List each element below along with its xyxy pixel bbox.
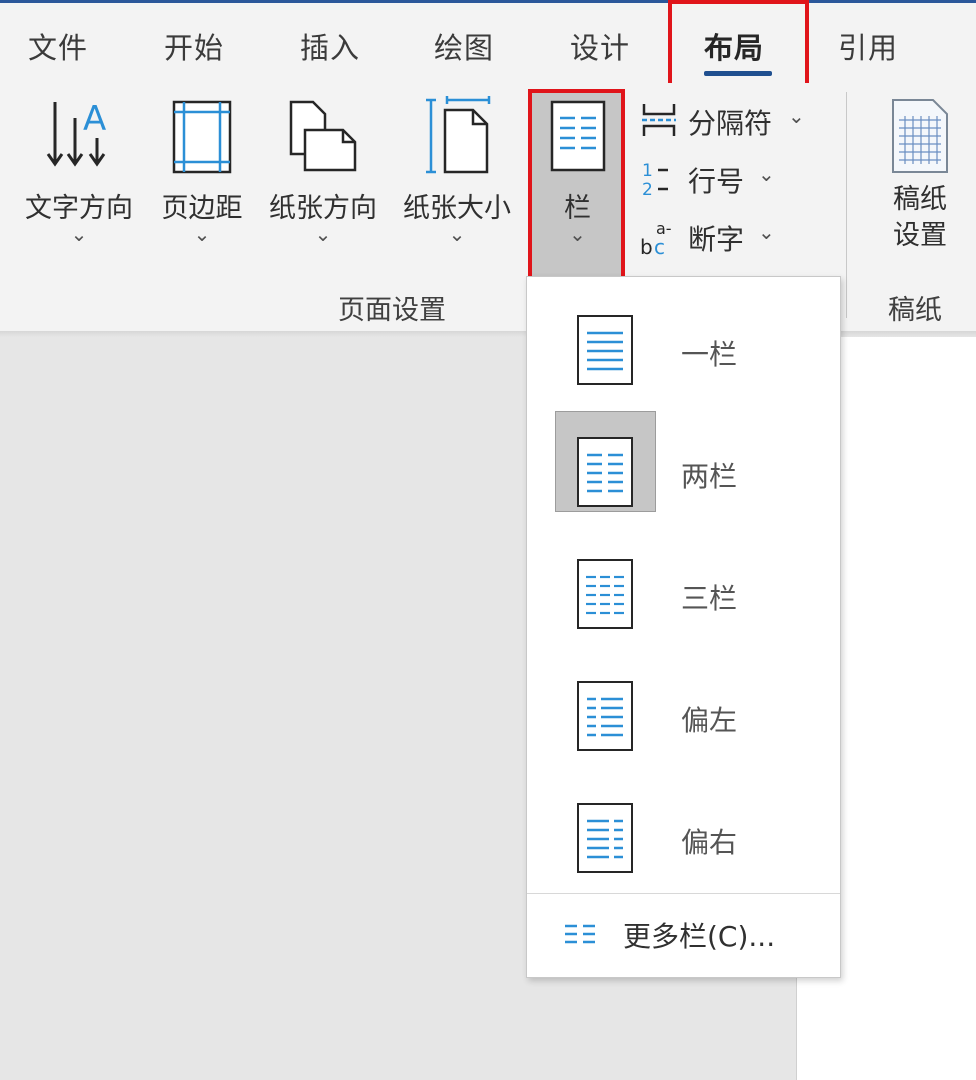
svg-text:c: c — [654, 235, 665, 258]
two-columns-icon — [577, 437, 633, 507]
tab-insert[interactable]: 插入 — [300, 25, 360, 67]
menu-item-one-column[interactable]: 一栏 — [527, 289, 840, 399]
margins-button[interactable]: 页边距 ⌄ — [150, 90, 254, 260]
line-numbers-label: 行号 — [688, 165, 745, 198]
orientation-label: 纸张方向 — [269, 193, 377, 224]
tab-file[interactable]: 文件 — [28, 25, 88, 67]
draft-paper-settings-button[interactable]: 稿纸 设置 — [860, 90, 976, 260]
ribbon-tab-bar: 文件 开始 插入 绘图 设计 布局 引用 — [0, 3, 976, 83]
draft-paper-label-line1: 稿纸 — [893, 184, 947, 215]
text-direction-icon: A — [46, 99, 106, 167]
paper-size-icon — [426, 96, 491, 174]
left-column-icon — [577, 681, 633, 751]
orientation-button[interactable]: 纸张方向 ⌄ — [258, 90, 388, 260]
more-columns-label: 更多栏(C)... — [623, 920, 776, 953]
text-direction-label: 文字方向 — [25, 193, 133, 224]
menu-item-three-columns[interactable]: 三栏 — [527, 533, 840, 643]
breaks-button[interactable]: 分隔符 ⌄ — [640, 98, 820, 142]
menu-item-two-columns[interactable]: 两栏 — [527, 411, 840, 521]
one-column-label: 一栏 — [681, 338, 738, 371]
tab-draw[interactable]: 绘图 — [434, 25, 494, 67]
highlight-box-layout-tab — [668, 0, 809, 92]
menu-item-right-column[interactable]: 偏右 — [527, 777, 840, 887]
svg-text:1: 1 — [642, 161, 653, 181]
draft-paper-label-line2: 设置 — [893, 220, 947, 251]
breaks-icon — [642, 104, 676, 136]
more-columns-button[interactable]: 更多栏(C)... — [527, 903, 840, 967]
breaks-label: 分隔符 — [688, 107, 773, 140]
one-column-icon — [577, 315, 633, 385]
left-column-label: 偏左 — [681, 704, 738, 737]
right-column-icon — [577, 803, 633, 873]
highlight-box-columns-button — [528, 89, 625, 281]
menu-separator — [527, 893, 840, 894]
draft-paper-icon — [892, 99, 948, 173]
margins-label: 页边距 — [161, 193, 243, 224]
three-columns-icon — [577, 559, 633, 629]
menu-item-left-column[interactable]: 偏左 — [527, 655, 840, 765]
page-setup-group-label: 页面设置 — [338, 295, 446, 326]
paper-size-label: 纸张大小 — [403, 193, 511, 224]
columns-dropdown-menu: 一栏 两栏 三栏 偏左 偏右 更多栏(C)... — [526, 276, 841, 978]
svg-text:2: 2 — [642, 180, 653, 198]
hyphenation-button[interactable]: a- b c 断字 ⌄ — [640, 214, 780, 258]
tab-references[interactable]: 引用 — [838, 25, 898, 67]
orientation-icon — [289, 100, 357, 172]
draft-paper-group-label: 稿纸 — [888, 295, 942, 326]
group-divider — [846, 92, 847, 318]
more-columns-icon — [565, 924, 595, 944]
margins-icon — [172, 100, 232, 174]
tab-home[interactable]: 开始 — [164, 25, 224, 67]
hyphenation-icon: a- b c — [640, 219, 672, 258]
tab-design[interactable]: 设计 — [570, 25, 630, 67]
chevron-down-icon: ⌄ — [758, 220, 775, 244]
chevron-down-icon: ⌄ — [758, 162, 775, 186]
chevron-down-icon: ⌄ — [70, 222, 88, 246]
svg-text:A: A — [83, 99, 106, 139]
two-columns-label: 两栏 — [681, 460, 738, 493]
chevron-down-icon: ⌄ — [788, 104, 805, 128]
line-numbers-button[interactable]: 1 2 行号 ⌄ — [640, 156, 780, 200]
three-columns-label: 三栏 — [681, 582, 738, 615]
hyphenation-label: 断字 — [688, 223, 745, 256]
right-column-label: 偏右 — [681, 826, 738, 859]
paper-size-button[interactable]: 纸张大小 ⌄ — [392, 90, 522, 260]
svg-text:b: b — [640, 235, 653, 258]
chevron-down-icon: ⌄ — [448, 222, 466, 246]
chevron-down-icon: ⌄ — [193, 222, 211, 246]
text-direction-button[interactable]: A 文字方向 ⌄ — [14, 90, 144, 260]
line-numbers-icon: 1 2 — [642, 161, 668, 198]
chevron-down-icon: ⌄ — [314, 222, 332, 246]
